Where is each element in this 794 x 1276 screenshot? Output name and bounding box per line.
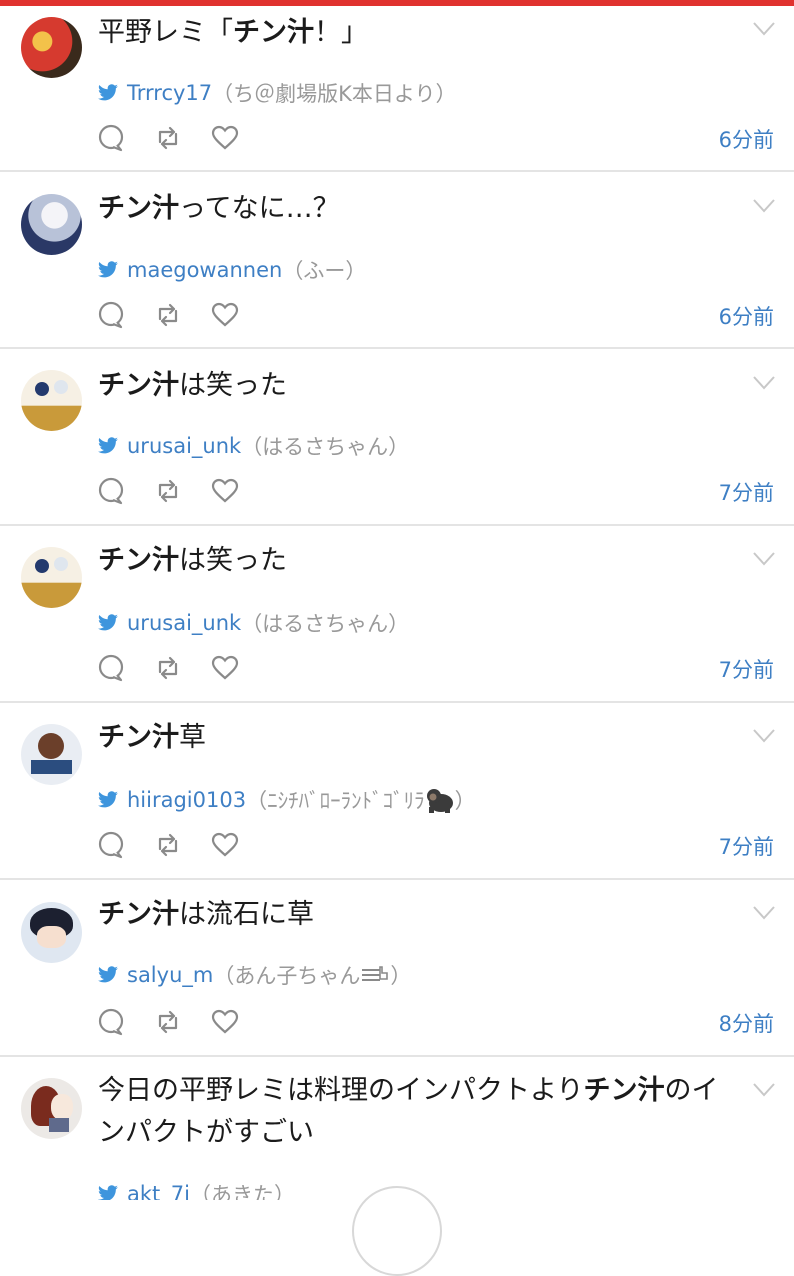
twitter-bird-icon [98, 1185, 118, 1200]
reply-icon[interactable] [97, 654, 125, 682]
like-heart-icon[interactable] [211, 301, 239, 329]
user-handle[interactable]: salyu_m [127, 963, 213, 987]
list-item[interactable]: チン汁は流石に草 salyu_m （あん子ちゃん ） 8分前 [0, 880, 794, 1057]
list-item[interactable]: チン汁ってなに…？ maegowannen （ふー） 6分前 [0, 172, 794, 349]
tweet-text: チン汁ってなに…？ [98, 193, 340, 224]
user-display-name: （はるさちゃん） [241, 435, 410, 459]
tweet-author[interactable]: maegowannen （ふー） [97, 255, 366, 285]
twitter-bird-icon [98, 261, 118, 278]
retweet-icon[interactable] [154, 654, 182, 682]
pointing-note-emoji-icon [362, 966, 389, 981]
tweet-author[interactable]: Trrrcy17 （ち＠劇場版K本日より） [97, 78, 457, 108]
user-display-name: （あきた） [189, 1183, 295, 1200]
retweet-icon[interactable] [154, 301, 182, 329]
tweet-text: 平野レミ「チン汁！」 [98, 17, 368, 48]
user-handle[interactable]: hiiragi0103 [127, 788, 246, 812]
tweet-timestamp[interactable]: 8分前 [719, 1008, 774, 1038]
like-heart-icon[interactable] [211, 654, 239, 682]
twitter-bird-icon [98, 791, 118, 808]
retweet-icon[interactable] [154, 124, 182, 152]
like-heart-icon[interactable] [211, 477, 239, 505]
reply-icon[interactable] [97, 301, 125, 329]
tweet-actions [97, 654, 257, 684]
tweet-actions [97, 831, 257, 861]
tweet-actions [97, 124, 257, 154]
user-handle[interactable]: akt_7i [127, 1182, 190, 1200]
tweet-actions [97, 477, 257, 507]
user-display-name: （ふー） [282, 259, 367, 283]
tweet-author[interactable]: akt_7i （あきた） [97, 1179, 295, 1200]
user-display-name: （ﾆｼﾁﾊﾞﾛｰﾗﾝﾄﾞｺﾞﾘﾗ [246, 789, 425, 813]
tweet-text: チン汁草 [98, 722, 206, 753]
chevron-down-icon[interactable] [753, 906, 775, 920]
tweet-timestamp[interactable]: 7分前 [719, 477, 774, 507]
gorilla-emoji-icon [426, 789, 453, 813]
avatar[interactable] [21, 547, 82, 608]
list-item[interactable]: 平野レミ「チン汁！」 Trrrcy17 （ち＠劇場版K本日より） 6分前 [0, 0, 794, 172]
avatar[interactable] [21, 370, 82, 431]
user-handle[interactable]: Trrrcy17 [127, 81, 212, 105]
user-display-name: （あん子ちゃん [213, 964, 361, 988]
avatar[interactable] [21, 17, 82, 78]
user-handle[interactable]: urusai_unk [127, 434, 241, 458]
twitter-bird-icon [98, 84, 118, 101]
tweet-author[interactable]: hiiragi0103 （ﾆｼﾁﾊﾞﾛｰﾗﾝﾄﾞｺﾞﾘﾗ ） [97, 785, 476, 815]
twitter-bird-icon [98, 966, 118, 983]
chevron-down-icon[interactable] [753, 376, 775, 390]
list-item[interactable]: 今日の平野レミは料理のインパクトよりチン汁のインパクトがすごい akt_7i （あ… [0, 1057, 794, 1200]
reply-icon[interactable] [97, 831, 125, 859]
like-heart-icon[interactable] [211, 831, 239, 859]
user-display-name-end: ） [390, 964, 412, 988]
twitter-bird-icon [98, 614, 118, 631]
avatar[interactable] [21, 194, 82, 255]
tweet-timestamp[interactable]: 6分前 [719, 124, 774, 154]
tweet-timestamp[interactable]: 7分前 [719, 654, 774, 684]
tweet-author[interactable]: urusai_unk （はるさちゃん） [97, 431, 409, 461]
list-item[interactable]: チン汁は笑った urusai_unk （はるさちゃん） 7分前 [0, 349, 794, 526]
tweet-timestamp[interactable]: 6分前 [719, 301, 774, 331]
tweet-text: チン汁は流石に草 [98, 899, 314, 930]
tweet-actions [97, 301, 257, 331]
chevron-down-icon[interactable] [753, 199, 775, 213]
user-display-name-end: ） [454, 789, 476, 813]
like-heart-icon[interactable] [211, 1008, 239, 1036]
tweet-author[interactable]: urusai_unk （はるさちゃん） [97, 608, 409, 638]
reply-icon[interactable] [97, 477, 125, 505]
retweet-icon[interactable] [154, 831, 182, 859]
tweet-text: 今日の平野レミは料理のインパクトよりチン汁のインパクトがすごい [98, 1075, 719, 1148]
retweet-icon[interactable] [154, 477, 182, 505]
like-heart-icon[interactable] [211, 124, 239, 152]
tweet-author[interactable]: salyu_m （あん子ちゃん ） [97, 960, 411, 990]
retweet-icon[interactable] [154, 1008, 182, 1036]
avatar[interactable] [21, 1078, 82, 1139]
user-display-name: （ち＠劇場版K本日より） [212, 82, 457, 106]
tweet-timestamp[interactable]: 7分前 [719, 831, 774, 861]
chevron-down-icon[interactable] [753, 22, 775, 36]
user-handle[interactable]: urusai_unk [127, 611, 241, 635]
chevron-down-icon[interactable] [753, 552, 775, 566]
list-item[interactable]: チン汁草 hiiragi0103 （ﾆｼﾁﾊﾞﾛｰﾗﾝﾄﾞｺﾞﾘﾗ ） 7分前 [0, 703, 794, 880]
user-handle[interactable]: maegowannen [127, 258, 282, 282]
tweet-text: チン汁は笑った [98, 545, 287, 576]
tweet-actions [97, 1008, 257, 1038]
list-item[interactable]: チン汁は笑った urusai_unk （はるさちゃん） 7分前 [0, 526, 794, 703]
chevron-down-icon[interactable] [753, 729, 775, 743]
reply-icon[interactable] [97, 1008, 125, 1036]
avatar[interactable] [21, 724, 82, 785]
chevron-down-icon[interactable] [753, 1083, 775, 1097]
user-display-name: （はるさちゃん） [241, 612, 410, 636]
avatar[interactable] [21, 902, 82, 963]
tweet-text: チン汁は笑った [98, 370, 287, 401]
reply-icon[interactable] [97, 124, 125, 152]
twitter-bird-icon [98, 437, 118, 454]
